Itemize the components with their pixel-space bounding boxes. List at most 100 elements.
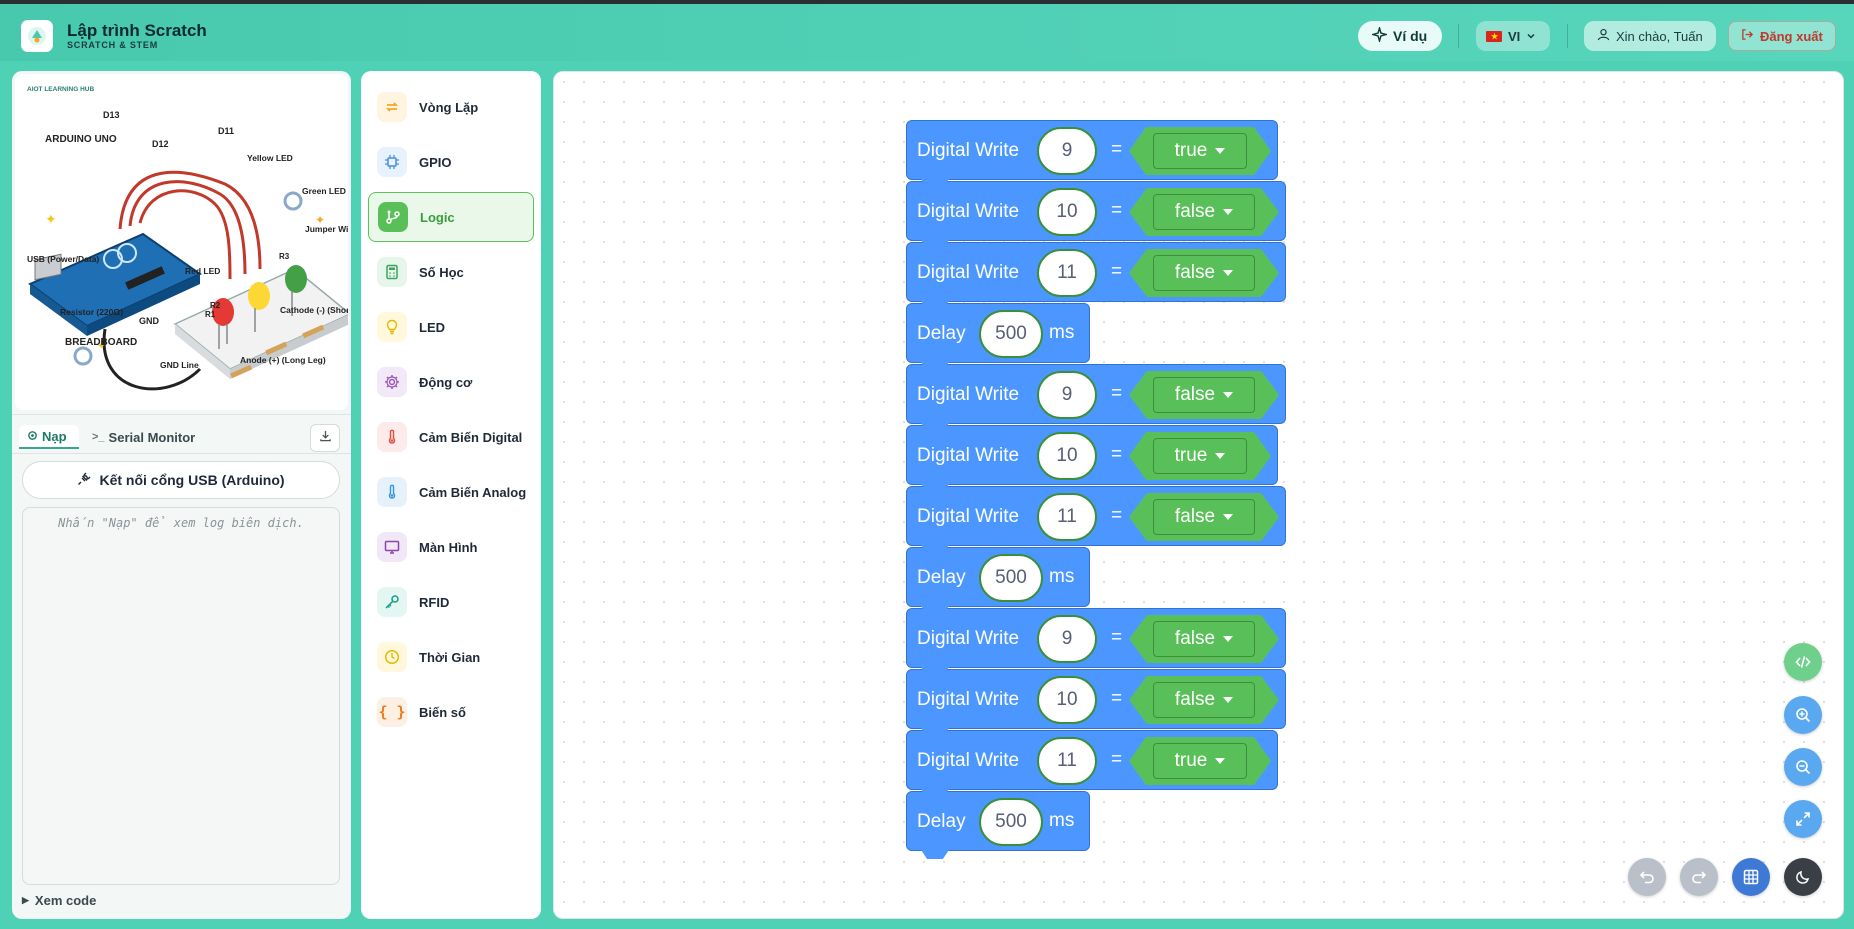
label-gnd-line: GND Line [160,360,199,370]
boolean-dropdown[interactable]: false [1153,255,1255,291]
terminal-icon: >_ [92,431,105,443]
language-select[interactable]: ★ VI [1476,21,1550,51]
boolean-reporter: false [1129,615,1279,663]
category-led[interactable]: LED [368,302,534,352]
category-label: Màn Hình [419,539,478,555]
header-divider [1458,24,1459,48]
digital-write-block[interactable]: Digital Write 9 = false [906,364,1286,432]
boolean-dropdown[interactable]: true [1153,438,1247,474]
view-code-label: Xem code [34,893,97,908]
category-biến-số[interactable]: { } Biến số [368,687,534,737]
digital-write-block[interactable]: Digital Write 9 = false [906,608,1286,676]
dropdown-caret-icon [1223,514,1234,520]
examples-button[interactable]: Ví dụ [1358,21,1442,51]
label-yellow-led: Yellow LED [247,153,293,163]
category-label: Số Học [419,264,464,280]
delay-block[interactable]: Delay 500 ms [906,303,1090,371]
digital-write-block[interactable]: Digital Write 10 = false [906,669,1286,737]
pin-input[interactable]: 11 [1037,493,1097,541]
pin-input[interactable]: 11 [1037,737,1097,785]
pin-input[interactable]: 9 [1037,127,1097,175]
delay-block[interactable]: Delay 500 ms [906,791,1090,859]
app-title: Lập trình Scratch [67,21,207,40]
code-view-button[interactable] [1784,643,1822,681]
fit-screen-button[interactable] [1784,800,1822,838]
category-màn-hình[interactable]: Màn Hình [368,522,534,572]
boolean-dropdown[interactable]: true [1153,133,1247,169]
tab-upload[interactable]: Nạp [19,425,79,449]
caret-right-icon: ▶ [22,895,29,905]
grid-toggle-button[interactable] [1732,858,1770,896]
category-gpio[interactable]: GPIO [368,137,534,187]
digital-write-block[interactable]: Digital Write 11 = false [906,486,1286,554]
pin-input[interactable]: 9 [1037,615,1097,663]
equals-sign: = [1111,505,1123,526]
category-cảm-biến-digital[interactable]: Cảm Biến Digital [368,412,534,462]
category-label: RFID [419,594,450,610]
connect-usb-button[interactable]: Kết nối cổng USB (Arduino) [22,461,340,499]
undo-button[interactable] [1628,858,1666,896]
category-số-học[interactable]: Số Học [368,247,534,297]
boolean-reporter: false [1129,188,1279,236]
thermometer-icon [377,422,407,452]
boolean-dropdown[interactable]: true [1153,743,1247,779]
grid-icon [1743,869,1759,885]
theme-toggle-button[interactable] [1784,858,1822,896]
delay-block[interactable]: Delay 500 ms [906,547,1090,615]
blocks-workspace[interactable]: Digital Write 9 = true Digital Write 10 … [553,71,1844,919]
delay-input[interactable]: 500 [979,554,1043,602]
boolean-value: false [1174,384,1216,405]
pin-input[interactable]: 11 [1037,249,1097,297]
category-label: Logic [420,209,455,225]
category-label: Cảm Biến Digital [419,429,523,445]
boolean-dropdown[interactable]: false [1153,682,1255,718]
block-label: Digital Write [917,750,1020,771]
delay-input[interactable]: 500 [979,310,1043,358]
category-label: Vòng Lặp [419,99,479,115]
expand-icon [1795,811,1811,827]
digital-write-block[interactable]: Digital Write 10 = true [906,425,1278,493]
compile-log-area[interactable]: Nhấn "Nạp" để xem log biên dịch. [22,507,340,885]
zoom-in-button[interactable] [1784,696,1822,734]
boolean-dropdown[interactable]: false [1153,194,1255,230]
digital-write-block[interactable]: Digital Write 10 = false [906,181,1286,249]
boolean-value: false [1174,201,1216,222]
digital-write-block[interactable]: Digital Write 9 = true [906,120,1278,188]
pin-input[interactable]: 10 [1037,432,1097,480]
clock-icon [377,642,407,672]
pin-input[interactable]: 10 [1037,676,1097,724]
delay-input[interactable]: 500 [979,798,1043,846]
category-thời-gian[interactable]: Thời Gian [368,632,534,682]
label-r3: R3 [279,252,290,261]
tab-serial-monitor[interactable]: >_ Serial Monitor [92,425,195,449]
digital-write-block[interactable]: Digital Write 11 = false [906,242,1286,310]
boolean-dropdown[interactable]: false [1153,499,1255,535]
svg-text:✦: ✦ [45,211,57,227]
category-rfid[interactable]: RFID [368,577,534,627]
category-logic[interactable]: Logic [368,192,534,242]
label-red-led: Red LED [185,266,220,276]
left-panel: ✦ ✦ ✦ AIOT LEARNING HUB D13 D12 D11 ARDU… [12,71,351,919]
download-button[interactable] [310,424,340,452]
equals-sign: = [1111,383,1123,404]
label-green-led: Green LED [302,186,346,196]
view-code-toggle[interactable]: ▶ Xem code [22,893,96,908]
digital-write-block[interactable]: Digital Write 11 = true [906,730,1278,798]
equals-sign: = [1111,627,1123,648]
category-động-cơ[interactable]: Động cơ [368,357,534,407]
zoom-out-icon [1795,759,1811,775]
category-cảm-biến-analog[interactable]: Cảm Biến Analog [368,467,534,517]
branch-icon [378,202,408,232]
chip-icon [377,147,407,177]
boolean-dropdown[interactable]: false [1153,621,1255,657]
redo-button[interactable] [1680,858,1718,896]
zoom-out-button[interactable] [1784,748,1822,786]
dropdown-caret-icon [1223,270,1234,276]
category-vòng-lặp[interactable]: Vòng Lặp [368,82,534,132]
pin-input[interactable]: 9 [1037,371,1097,419]
logout-button[interactable]: Đăng xuất [1728,21,1836,51]
category-label: Cảm Biến Analog [419,484,527,500]
boolean-dropdown[interactable]: false [1153,377,1255,413]
pin-input[interactable]: 10 [1037,188,1097,236]
user-profile-button[interactable]: Xin chào, Tuấn [1584,21,1716,51]
